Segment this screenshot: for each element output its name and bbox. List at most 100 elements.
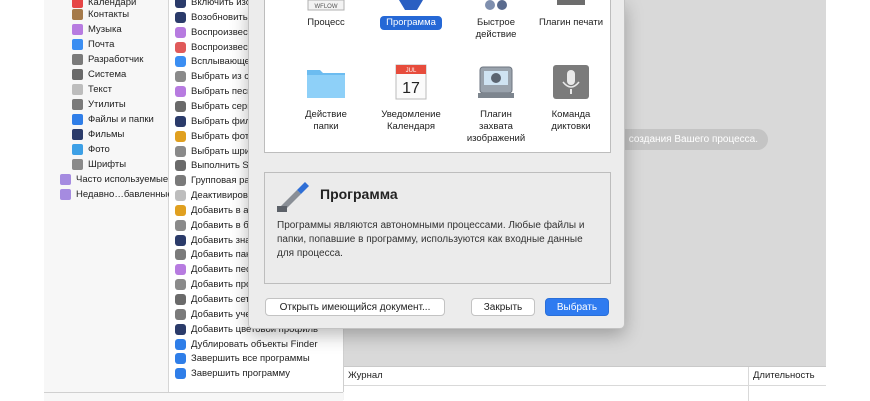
- tile-quick-action-label: Быстрое действие: [475, 17, 517, 40]
- log-panel: Журнал Длительность: [344, 366, 826, 401]
- library-item-label: Фото: [88, 144, 110, 155]
- action-item[interactable]: Завершить программу: [175, 366, 290, 381]
- action-item[interactable]: Выбрать фил: [175, 114, 251, 129]
- action-item[interactable]: Выбрать шри: [175, 144, 250, 159]
- tile-quick-action[interactable]: Быстрое действие: [453, 0, 539, 42]
- contacts-icon: [72, 9, 83, 20]
- log-column-duration[interactable]: Длительность: [753, 367, 815, 385]
- action-item[interactable]: Добавить зна: [175, 233, 251, 248]
- library-item[interactable]: Шрифты: [72, 157, 126, 172]
- action-item-label: Возобновить: [191, 11, 248, 23]
- tile-dictation[interactable]: Команда диктовки: [531, 62, 611, 134]
- workflow-icon: WFLOW: [307, 0, 345, 11]
- library-item[interactable]: Музыка: [72, 22, 122, 37]
- finder-icon: [175, 353, 186, 365]
- library-item-label: Контакты: [88, 9, 130, 20]
- automator-icon: [175, 308, 186, 320]
- application-robot-icon: [277, 182, 309, 212]
- library-item[interactable]: Часто используемые: [60, 172, 168, 187]
- finder-icon: [175, 368, 186, 380]
- folder-smart-icon: [60, 189, 71, 200]
- action-item[interactable]: Выбрать фото: [175, 129, 254, 144]
- network-icon: [175, 294, 186, 305]
- tile-workflow[interactable]: WFLOW Процесс: [283, 0, 369, 30]
- action-item[interactable]: Выполнить Sh: [175, 158, 254, 173]
- quicktime-icon: [175, 0, 186, 8]
- tile-calendar-alarm[interactable]: JUL 17 Уведомление Календаря: [368, 62, 454, 134]
- itunes-icon: [175, 26, 186, 38]
- tile-image-capture-label: Плагин захвата изображений: [466, 109, 526, 144]
- photos-icon: [175, 130, 186, 142]
- action-item[interactable]: Выбрать серв: [175, 99, 252, 114]
- library-item[interactable]: Система: [72, 67, 126, 82]
- action-item[interactable]: Добавить сет: [175, 292, 250, 307]
- script-icon: [175, 219, 186, 231]
- action-item[interactable]: Добавить в а: [175, 203, 249, 218]
- library-item-label: Файлы и папки: [88, 114, 154, 125]
- tile-print-plugin-label: Плагин печати: [538, 17, 604, 28]
- action-item-label: Деактивиров: [191, 190, 248, 202]
- safari-icon: [175, 56, 186, 68]
- action-item[interactable]: Возобновить: [175, 10, 248, 25]
- action-item-label: Добавить в б: [191, 219, 249, 231]
- library-item[interactable]: Фото: [72, 142, 110, 157]
- photos-icon: [72, 144, 83, 155]
- library-item[interactable]: Почта: [72, 37, 114, 52]
- fonts-icon: [175, 145, 186, 157]
- library-item-label: Часто используемые: [76, 174, 169, 185]
- library-item[interactable]: Разработчик: [72, 52, 143, 67]
- library-item[interactable]: Файлы и папки: [72, 112, 154, 127]
- action-item-label: Воспроизвест: [191, 41, 253, 53]
- library-item[interactable]: Утилиты: [72, 97, 126, 112]
- action-item[interactable]: Добавить пес: [175, 262, 251, 277]
- action-item[interactable]: Дублировать объекты Finder: [175, 337, 318, 352]
- tile-application-label: Программа: [380, 16, 442, 30]
- action-item[interactable]: Выбрать песн: [175, 84, 252, 99]
- library-item[interactable]: Контакты: [72, 7, 129, 22]
- calendar-month-text: JUL: [406, 68, 417, 74]
- action-item[interactable]: Воспроизвест: [175, 25, 252, 40]
- library-item-label: Разработчик: [88, 54, 144, 65]
- library-item-label: Система: [88, 69, 127, 80]
- open-existing-document-button[interactable]: Открыть имеющийся документ...: [265, 298, 445, 316]
- action-item-label: Всплывающе: [191, 56, 250, 68]
- action-item[interactable]: Воспроизвест: [175, 40, 252, 55]
- system-gear-icon: [72, 69, 83, 80]
- action-item[interactable]: Добавить уче: [175, 307, 251, 322]
- tile-calendar-alarm-label: Уведомление Календаря: [381, 109, 441, 132]
- action-item[interactable]: Всплывающе: [175, 54, 250, 69]
- close-button[interactable]: Закрыть: [471, 298, 535, 316]
- movies-icon: [72, 129, 83, 140]
- action-item[interactable]: Деактивиров: [175, 188, 248, 203]
- network-icon: [175, 100, 186, 112]
- action-item[interactable]: Добавить в б: [175, 218, 249, 233]
- image-capture-icon: [478, 66, 514, 98]
- tile-application[interactable]: Программа: [368, 0, 454, 30]
- itunes-icon: [175, 86, 186, 98]
- action-item-label: Выбрать фил: [191, 115, 251, 127]
- library-item[interactable]: Недавно…бавленные: [60, 187, 173, 202]
- action-item[interactable]: Добавить пак: [175, 247, 250, 262]
- action-item[interactable]: Добавить про: [175, 277, 251, 292]
- choose-button[interactable]: Выбрать: [545, 298, 609, 316]
- library-item[interactable]: Текст: [72, 82, 112, 97]
- developer-tools-icon: [175, 160, 186, 172]
- action-item-label: Воспроизвест: [191, 26, 253, 38]
- action-item[interactable]: Выбрать из с: [175, 69, 249, 84]
- itunes-icon: [175, 264, 186, 276]
- library-item[interactable]: Фильмы: [72, 127, 124, 142]
- tile-print-plugin[interactable]: Плагин печати: [531, 0, 611, 30]
- workflow-hint-bubble: создания Вашего процесса.: [612, 129, 768, 150]
- photos-icon: [175, 41, 186, 53]
- action-item-label: Добавить зна: [191, 234, 251, 246]
- script-icon: [175, 71, 186, 83]
- action-item-label: Добавить в а: [191, 204, 249, 216]
- action-item[interactable]: Включить изо: [175, 0, 251, 10]
- log-column-journal[interactable]: Журнал: [348, 367, 383, 385]
- action-item[interactable]: Завершить все программы: [175, 351, 310, 366]
- quicktime-icon: [175, 234, 186, 246]
- tile-folder-action[interactable]: Действие папки: [283, 62, 369, 134]
- action-item[interactable]: Групповая ра: [175, 173, 250, 188]
- calendar-day-text: 17: [402, 80, 420, 97]
- tile-image-capture[interactable]: Плагин захвата изображений: [453, 62, 539, 146]
